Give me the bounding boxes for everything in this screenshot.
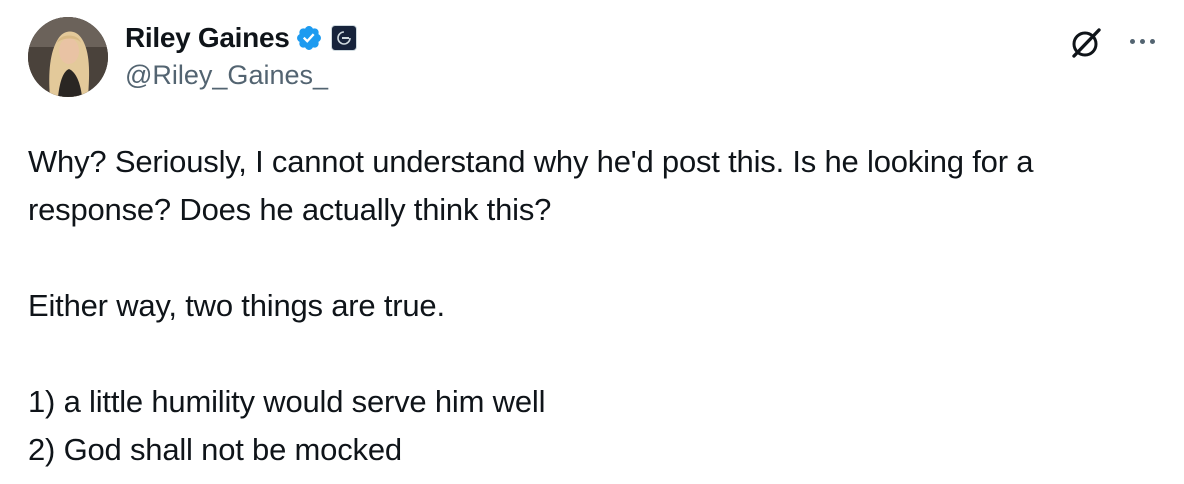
avatar[interactable] — [28, 17, 108, 97]
organization-badge-icon[interactable] — [331, 25, 358, 51]
author-handle[interactable]: @Riley_Gaines_ — [125, 60, 328, 91]
avatar-photo — [28, 17, 108, 97]
author-display-name[interactable]: Riley Gaines — [125, 22, 290, 54]
tweet-text: Why? Seriously, I cannot understand why … — [28, 138, 1158, 474]
tweet-paragraph: Either way, two things are true. — [28, 288, 445, 323]
more-options-icon[interactable] — [1124, 26, 1160, 56]
author-name-row: Riley Gaines — [125, 20, 358, 56]
tweet-paragraph: Why? Seriously, I cannot understand why … — [28, 144, 1034, 227]
tweet-paragraph: 1) a little humility would serve him wel… — [28, 384, 546, 467]
verified-badge-icon — [295, 24, 323, 52]
tweet-card: Riley Gaines @Riley_Gaines_ Why? Serious… — [0, 0, 1184, 484]
grok-icon[interactable] — [1068, 25, 1104, 61]
